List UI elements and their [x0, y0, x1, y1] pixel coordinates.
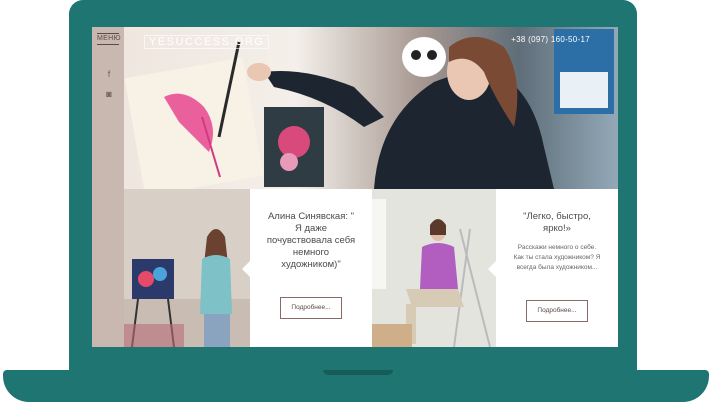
facebook-icon[interactable]: f: [103, 69, 115, 79]
card-2-description: Расскажи немного о себе. Как ты стала ху…: [513, 244, 601, 271]
card-2-quote: "Легко, быстро, ярко!»: [523, 211, 591, 234]
website-screen: МЕНЮ f ◙ YESUCCESS.ORG +38 (097) 160-50-…: [92, 27, 618, 347]
card-2-image: [372, 189, 496, 347]
phone-number[interactable]: +38 (097) 160-50-17: [511, 35, 590, 44]
card-2-text: "Легко, быстро, ярко!» Расскажи немного …: [488, 189, 618, 347]
instagram-icon[interactable]: ◙: [103, 89, 115, 99]
card-2-notch: [488, 261, 496, 277]
card-1-text: Алина Синявская: " Я даже почувствовала …: [242, 189, 372, 347]
hero-painting-photo: [124, 27, 618, 189]
card-1-more-button[interactable]: Подробнее...: [280, 297, 342, 319]
laptop-base-notch: [323, 370, 393, 375]
card-2-more-button[interactable]: Подробнее...: [526, 300, 588, 322]
card-1-notch: [242, 261, 250, 277]
card-2-photo: [372, 189, 496, 347]
card-1-photo: [124, 189, 250, 347]
menu-line-bottom: [97, 44, 119, 45]
laptop-base: [3, 370, 709, 402]
sidebar: МЕНЮ f ◙: [92, 27, 124, 347]
card-1-quote: Алина Синявская: " Я даже почувствовала …: [266, 211, 356, 270]
menu-button[interactable]: МЕНЮ: [97, 35, 121, 42]
hero-banner: YESUCCESS.ORG +38 (097) 160-50-17: [124, 27, 618, 189]
menu-line-top: [97, 33, 119, 34]
site-logo[interactable]: YESUCCESS.ORG: [144, 35, 270, 49]
card-1-image: [124, 189, 250, 347]
